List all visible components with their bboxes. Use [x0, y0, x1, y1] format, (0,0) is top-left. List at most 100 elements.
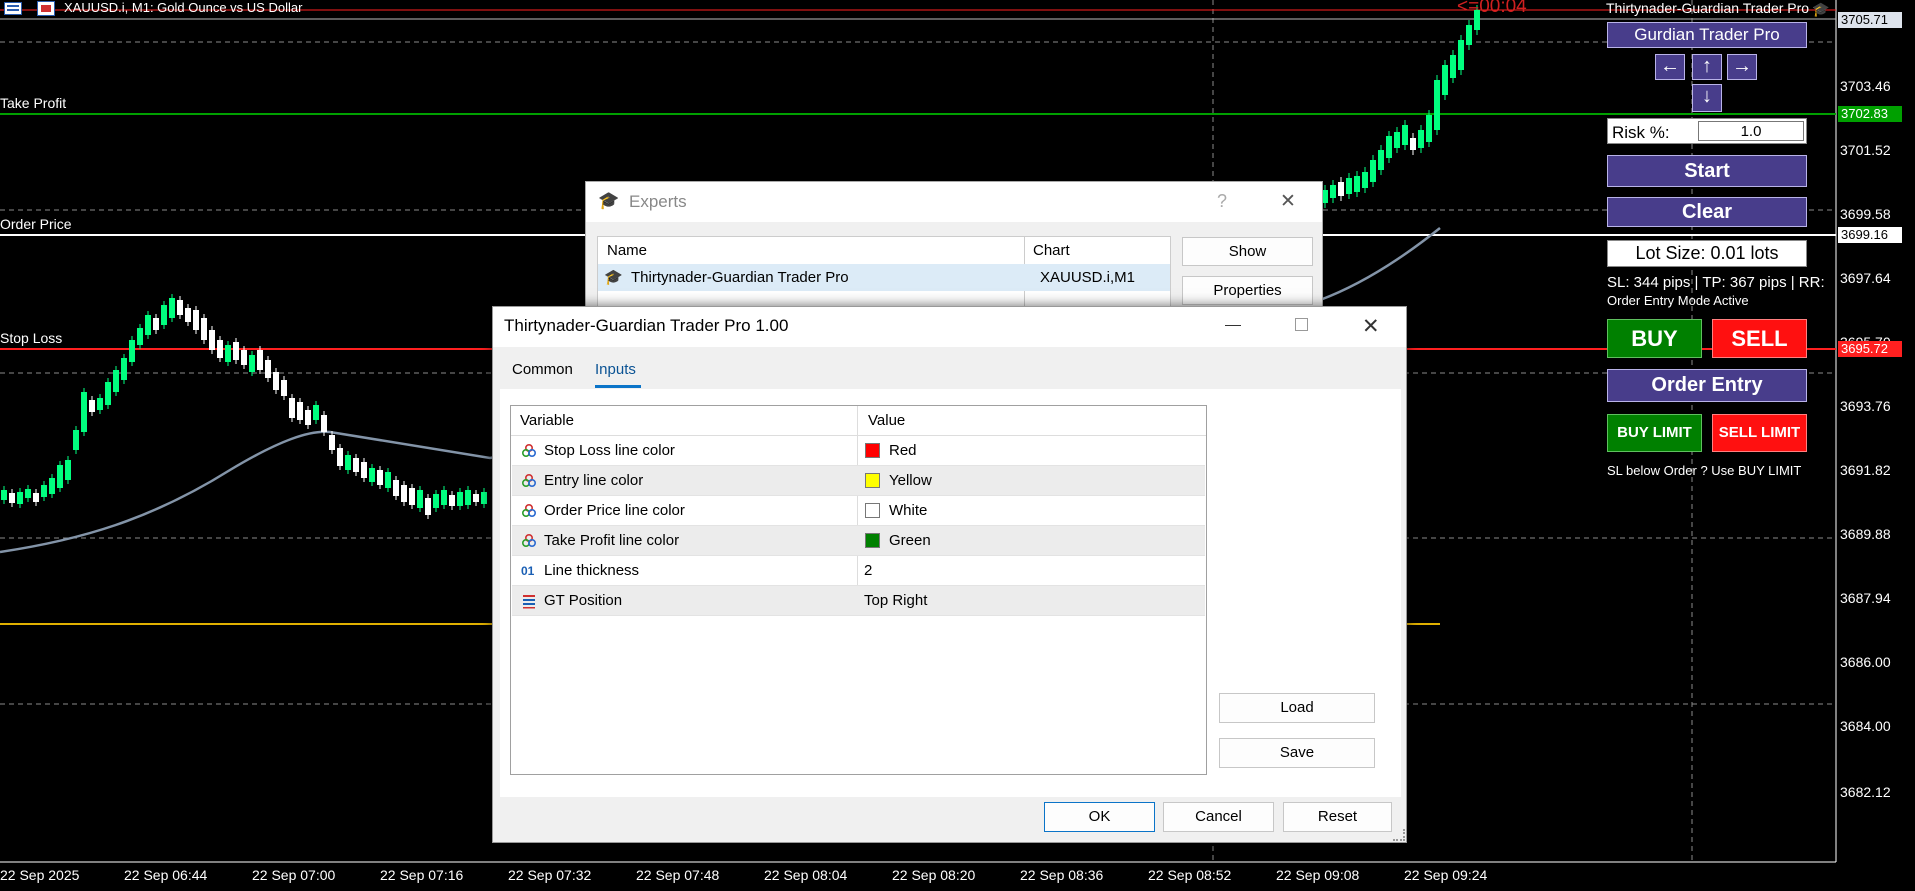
- list-item[interactable]: 🎓 Thirtynader-Guardian Trader Pro XAUUSD…: [598, 264, 1170, 291]
- properties-dialog: Thirtynader-Guardian Trader Pro 1.00 ✕ C…: [492, 306, 1407, 843]
- tab-common[interactable]: Common: [512, 361, 573, 378]
- risk-box: Risk %:: [1607, 118, 1807, 144]
- experts-close-icon[interactable]: ✕: [1280, 190, 1296, 213]
- candle-body: [177, 300, 183, 315]
- reset-button[interactable]: Reset: [1283, 802, 1392, 832]
- table-row[interactable]: GT Position Top Right: [512, 586, 1205, 616]
- table-row[interactable]: 01 Line thickness 2: [512, 556, 1205, 586]
- buy-button[interactable]: BUY: [1607, 319, 1702, 358]
- menu-icon[interactable]: [4, 2, 22, 15]
- candle-body: [145, 315, 151, 335]
- candle-body: [289, 398, 295, 418]
- gt-title-button[interactable]: Gurdian Trader Pro: [1607, 22, 1807, 48]
- sell-limit-button[interactable]: SELL LIMIT: [1712, 414, 1807, 452]
- buy-limit-button[interactable]: BUY LIMIT: [1607, 414, 1702, 452]
- candle-body: [369, 468, 375, 482]
- move-left-button[interactable]: ←: [1655, 54, 1685, 80]
- candle-body: [473, 494, 479, 502]
- clear-button[interactable]: Clear: [1607, 197, 1807, 227]
- help-icon[interactable]: ?: [1217, 191, 1227, 212]
- chart-title: XAUUSD.i, M1: Gold Ounce vs US Dollar: [64, 0, 303, 15]
- candle-body: [361, 462, 367, 478]
- price-axis-tick: 3697.64: [1840, 270, 1891, 286]
- col-variable-header[interactable]: Variable: [520, 412, 574, 429]
- order-price-label: Order Price: [0, 216, 72, 232]
- value-cell[interactable]: Yellow: [889, 472, 932, 489]
- time-axis-tick: 22 Sep 08:52: [1148, 867, 1232, 883]
- value-cell[interactable]: Green: [889, 532, 931, 549]
- minimize-button[interactable]: [1225, 325, 1241, 326]
- inputs-grid: Variable Value Stop Loss line color Red En…: [510, 405, 1207, 775]
- show-button[interactable]: Show: [1182, 237, 1313, 266]
- candle-body: [329, 435, 335, 450]
- candle-body: [1434, 80, 1440, 130]
- candle-body: [265, 360, 271, 378]
- variable-cell: Entry line color: [544, 472, 644, 489]
- resize-grip-icon[interactable]: [1393, 829, 1405, 841]
- ok-button[interactable]: OK: [1044, 802, 1155, 832]
- cancel-button[interactable]: Cancel: [1163, 802, 1274, 832]
- risk-input[interactable]: [1698, 121, 1804, 141]
- mode-status: Order Entry Mode Active: [1607, 293, 1749, 308]
- table-row[interactable]: Take Profit line color Green: [512, 526, 1205, 556]
- candle-body: [417, 490, 423, 508]
- candle-body: [385, 472, 391, 488]
- integer-param-icon: 01: [521, 564, 535, 578]
- candle-body: [433, 494, 439, 508]
- properties-title-bar[interactable]: Thirtynader-Guardian Trader Pro 1.00 ✕: [493, 307, 1406, 347]
- variable-cell: Take Profit line color: [544, 532, 680, 549]
- candle-body: [225, 345, 231, 362]
- candle-body: [313, 405, 319, 420]
- candle-body: [249, 355, 255, 372]
- properties-close-icon[interactable]: ✕: [1362, 314, 1380, 339]
- move-right-button[interactable]: →: [1727, 54, 1757, 80]
- order-entry-button[interactable]: Order Entry: [1607, 369, 1807, 402]
- table-row[interactable]: Stop Loss line color Red: [512, 436, 1205, 466]
- time-axis-tick: 22 Sep 08:04: [764, 867, 848, 883]
- experts-title-bar[interactable]: 🎓 Experts ? ✕: [586, 182, 1322, 222]
- candle-body: [201, 318, 207, 340]
- value-cell[interactable]: Red: [889, 442, 917, 459]
- value-cell[interactable]: Top Right: [864, 592, 927, 609]
- expert-chart: XAUUSD.i,M1: [1040, 269, 1136, 286]
- move-up-button[interactable]: ↑: [1692, 54, 1722, 80]
- sell-button[interactable]: SELL: [1712, 319, 1807, 358]
- experts-title: Experts: [629, 192, 687, 211]
- start-button[interactable]: Start: [1607, 155, 1807, 187]
- candle-body: [305, 410, 311, 425]
- candle-body: [257, 350, 263, 370]
- candle-body: [121, 358, 127, 380]
- candle-body: [217, 340, 223, 358]
- move-down-button[interactable]: ↓: [1692, 84, 1722, 112]
- color-swatch[interactable]: [865, 443, 880, 458]
- take-profit-label: Take Profit: [0, 95, 67, 111]
- candle-body: [481, 492, 487, 504]
- candle-body: [321, 415, 327, 432]
- col-chart-header[interactable]: Chart: [1033, 242, 1070, 259]
- ea-name-label: Thirtynader-Guardian Trader Pro: [1606, 0, 1810, 16]
- candle-body: [185, 308, 191, 322]
- table-row[interactable]: Order Price line color White: [512, 496, 1205, 526]
- color-swatch[interactable]: [865, 473, 880, 488]
- candle-body: [1362, 172, 1368, 188]
- color-swatch[interactable]: [865, 503, 880, 518]
- take-profit-price-tag: 3702.83: [1838, 106, 1902, 122]
- save-button[interactable]: Save: [1219, 738, 1375, 768]
- load-button[interactable]: Load: [1219, 693, 1375, 723]
- value-cell[interactable]: 2: [864, 562, 872, 579]
- properties-button[interactable]: Properties: [1182, 276, 1313, 305]
- col-name-header[interactable]: Name: [607, 242, 647, 259]
- candle-body: [97, 398, 103, 410]
- table-row[interactable]: Entry line color Yellow: [512, 466, 1205, 496]
- color-param-icon: [521, 533, 537, 549]
- col-value-header[interactable]: Value: [868, 412, 905, 429]
- value-cell[interactable]: White: [889, 502, 927, 519]
- chart-type-icon[interactable]: [37, 1, 55, 16]
- color-swatch[interactable]: [865, 533, 880, 548]
- maximize-button[interactable]: [1295, 318, 1308, 331]
- tab-inputs[interactable]: Inputs: [595, 361, 636, 378]
- candle-body: [401, 485, 407, 502]
- price-axis-tick: 3701.52: [1840, 142, 1891, 158]
- color-param-icon: [521, 443, 537, 459]
- price-axis-tick: 3693.76: [1840, 398, 1891, 414]
